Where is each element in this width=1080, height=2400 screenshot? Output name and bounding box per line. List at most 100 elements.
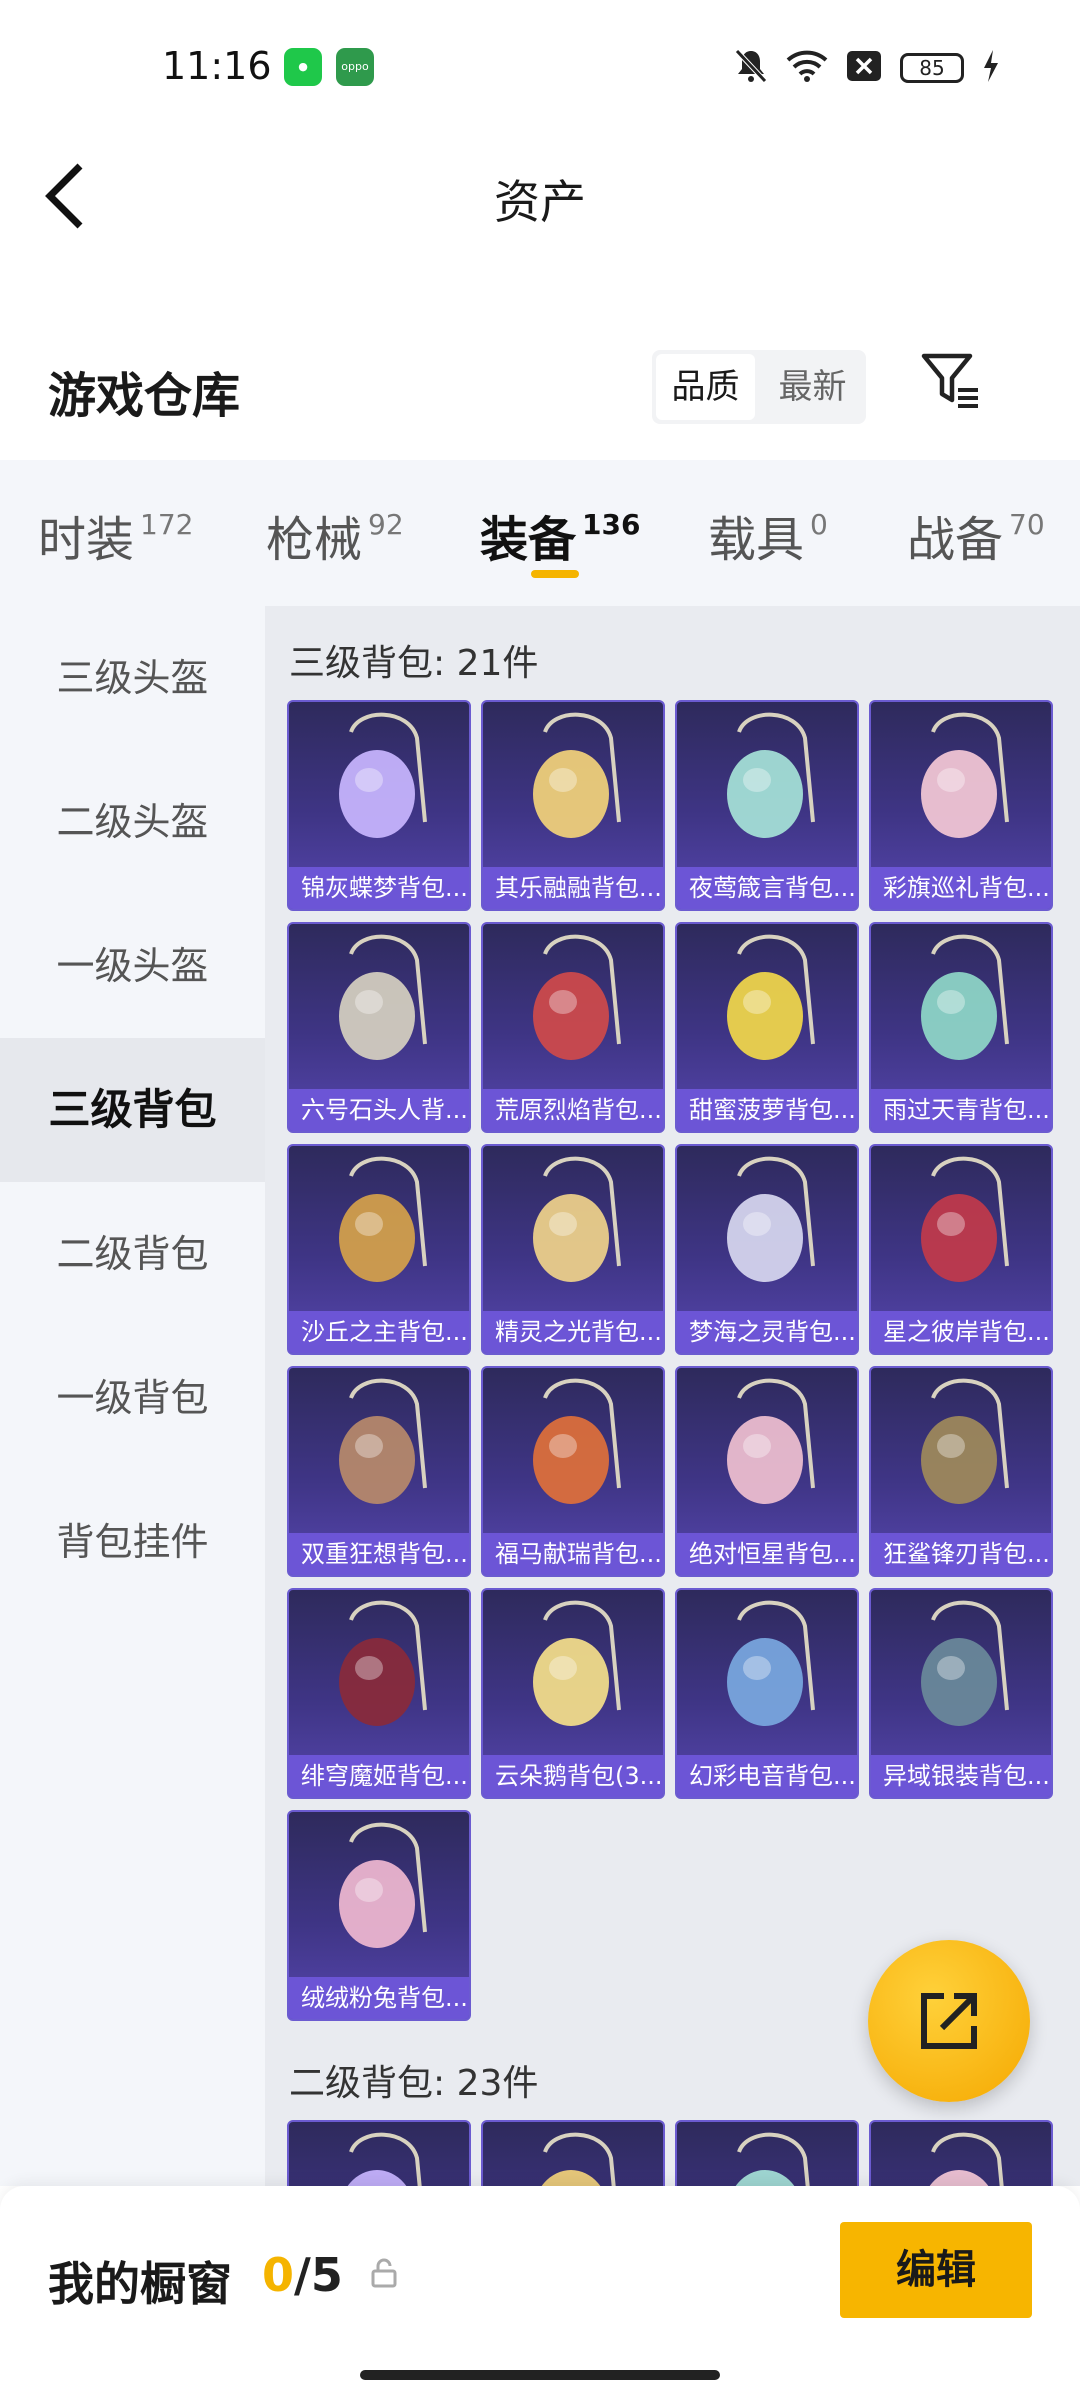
- item-card[interactable]: 福马献瑞背包...: [481, 1366, 665, 1577]
- item-name: 彩旗巡礼背包...: [871, 867, 1051, 909]
- close-box-icon: [846, 50, 882, 86]
- home-indicator: [360, 2370, 720, 2380]
- backpack-icon: [347, 2132, 422, 2186]
- backpack-icon: [533, 712, 621, 838]
- item-card[interactable]: 夜莺箴言背包...: [675, 700, 859, 911]
- wifi-icon: [786, 49, 828, 87]
- item-card[interactable]: 绝对恒星背包...: [675, 1366, 859, 1577]
- backpack-icon: [727, 1600, 815, 1726]
- share-button[interactable]: [868, 1940, 1030, 2102]
- item-card[interactable]: 绯穹魔姬背包...: [287, 1588, 471, 1799]
- item-name: 精灵之光背包...: [483, 1311, 663, 1353]
- backpack-icon: [727, 1156, 815, 1282]
- item-card[interactable]: 六号石头人背...: [287, 922, 471, 1133]
- item-name: 锦灰蝶梦背包...: [289, 867, 469, 909]
- item-name: 梦海之灵背包...: [677, 1311, 857, 1353]
- item-name: 异域银装背包...: [871, 1755, 1051, 1797]
- item-card[interactable]: 绒绒粉兔背包...: [287, 1810, 471, 2021]
- item-name: 雨过天青背包...: [871, 1089, 1051, 1131]
- item-grid: [287, 2120, 1057, 2186]
- item-card[interactable]: [869, 2120, 1053, 2186]
- item-name: 狂鲨锋刃背包...: [871, 1533, 1051, 1575]
- item-card[interactable]: [675, 2120, 859, 2186]
- warehouse-title: 游戏仓库: [48, 368, 241, 424]
- item-card[interactable]: 其乐融融背包...: [481, 700, 665, 911]
- status-icons: 85: [734, 48, 1000, 88]
- backpack-icon: [727, 712, 815, 838]
- backpack-icon: [339, 1822, 427, 1948]
- item-card[interactable]: 异域银装背包...: [869, 1588, 1053, 1799]
- sidebar-item-backpack-lv1[interactable]: 一级背包: [0, 1326, 265, 1470]
- item-card[interactable]: 甜蜜菠萝背包...: [675, 922, 859, 1133]
- tab-vehicles[interactable]: 载具 0: [708, 500, 828, 570]
- charging-icon: [982, 49, 1000, 87]
- item-card[interactable]: 精灵之光背包...: [481, 1144, 665, 1355]
- sidebar-item-helmet-lv2[interactable]: 二级头盔: [0, 750, 265, 894]
- backpack-icon: [339, 1156, 427, 1282]
- app-screen: 11:16 ● oppo 85 资产 游戏仓库 品质 最新 时装 172 枪械 …: [0, 0, 1080, 2400]
- backpack-icon: [533, 934, 621, 1060]
- showcase-max: 5: [310, 2248, 343, 2302]
- item-card[interactable]: 狂鲨锋刃背包...: [869, 1366, 1053, 1577]
- item-card[interactable]: 星之彼岸背包...: [869, 1144, 1053, 1355]
- item-name: 夜莺箴言背包...: [677, 867, 857, 909]
- sort-toggle: 品质 最新: [652, 350, 866, 424]
- sidebar-item-helmet-lv3[interactable]: 三级头盔: [0, 606, 265, 750]
- item-name: 荒原烈焰背包...: [483, 1089, 663, 1131]
- backpack-icon: [339, 712, 427, 838]
- backpack-icon: [533, 1156, 621, 1282]
- item-card[interactable]: [287, 2120, 471, 2186]
- item-name: 绒绒粉兔背包...: [289, 1977, 469, 2019]
- sort-by-newest[interactable]: 最新: [759, 350, 866, 424]
- tab-label: 载具: [708, 512, 805, 568]
- item-card[interactable]: 荒原烈焰背包...: [481, 922, 665, 1133]
- tab-weapons[interactable]: 枪械 92: [266, 500, 404, 570]
- tab-label: 战备: [907, 512, 1004, 568]
- backpack-icon: [727, 1378, 815, 1504]
- backpack-icon: [921, 1156, 1009, 1282]
- item-name: 绝对恒星背包...: [677, 1533, 857, 1575]
- item-name: 六号石头人背...: [289, 1089, 469, 1131]
- backpack-icon: [921, 1600, 1009, 1726]
- category-tabs: 时装 172 枪械 92 装备 136 载具 0 战备 70: [0, 460, 1080, 606]
- tab-fashion[interactable]: 时装 172: [38, 500, 193, 570]
- item-card[interactable]: 云朵鹅背包(3...: [481, 1588, 665, 1799]
- backpack-icon: [339, 1378, 427, 1504]
- item-name: 其乐融融背包...: [483, 867, 663, 909]
- edit-button[interactable]: 编辑: [840, 2222, 1032, 2318]
- tab-supplies[interactable]: 战备 70: [907, 500, 1045, 570]
- tab-count: 70: [1009, 508, 1045, 541]
- lock-icon: [370, 2258, 398, 2292]
- item-card[interactable]: 雨过天青背包...: [869, 922, 1053, 1133]
- status-time: 11:16: [162, 44, 272, 88]
- item-card[interactable]: 幻彩电音背包...: [675, 1588, 859, 1799]
- item-card[interactable]: 梦海之灵背包...: [675, 1144, 859, 1355]
- item-card[interactable]: 锦灰蝶梦背包...: [287, 700, 471, 911]
- backpack-icon: [533, 1378, 621, 1504]
- backpack-icon: [533, 1600, 621, 1726]
- sidebar-item-backpack-lv2[interactable]: 二级背包: [0, 1182, 265, 1326]
- item-card[interactable]: 沙丘之主背包...: [287, 1144, 471, 1355]
- item-card[interactable]: [481, 2120, 665, 2186]
- sidebar-item-helmet-lv1[interactable]: 一级头盔: [0, 894, 265, 1038]
- backpack-icon: [541, 2132, 616, 2186]
- filter-button[interactable]: [920, 350, 990, 420]
- backpack-icon: [727, 934, 815, 1060]
- item-name: 甜蜜菠萝背包...: [677, 1089, 857, 1131]
- sort-by-quality[interactable]: 品质: [656, 354, 755, 420]
- page-title: 资产: [494, 175, 586, 229]
- item-name: 福马献瑞背包...: [483, 1533, 663, 1575]
- item-card[interactable]: 双重狂想背包...: [287, 1366, 471, 1577]
- backpack-icon: [921, 934, 1009, 1060]
- tab-label: 装备: [480, 512, 577, 568]
- item-card[interactable]: 彩旗巡礼背包...: [869, 700, 1053, 911]
- status-bar: 11:16 ● oppo 85: [0, 0, 1080, 130]
- tab-count: 172: [140, 508, 194, 541]
- tab-count: 136: [582, 508, 641, 541]
- app-notification-icon: ●: [284, 48, 322, 86]
- item-name: 绯穹魔姬背包...: [289, 1755, 469, 1797]
- sidebar-item-backpack-lv3[interactable]: 三级背包: [0, 1038, 265, 1182]
- active-tab-indicator: [531, 570, 579, 578]
- tab-equipment[interactable]: 装备 136: [480, 500, 640, 570]
- sidebar-item-backpack-charm[interactable]: 背包挂件: [0, 1470, 265, 1614]
